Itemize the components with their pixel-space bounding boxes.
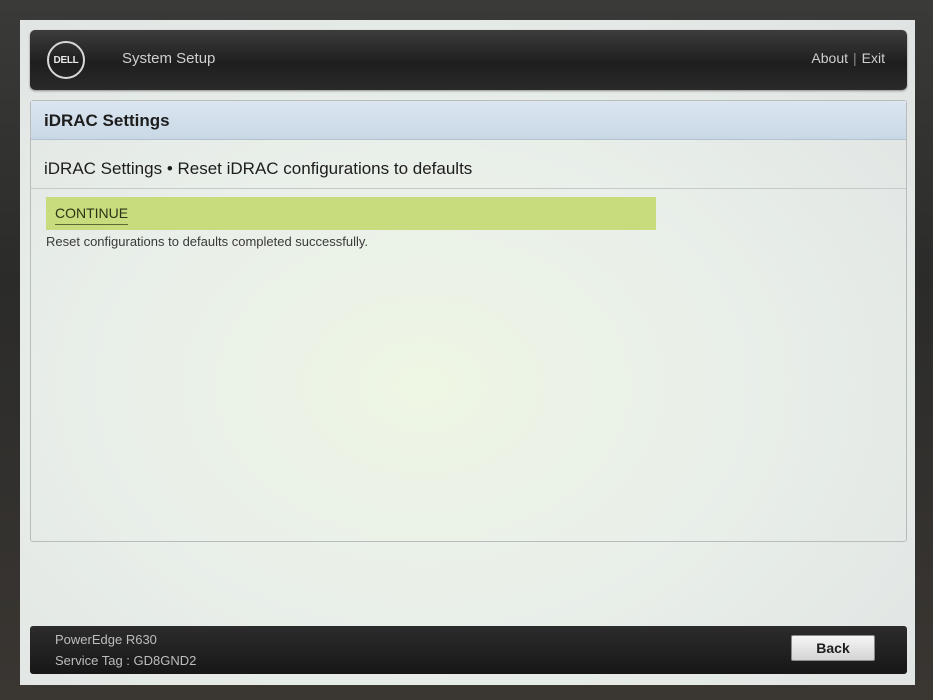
back-button[interactable]: Back	[791, 635, 875, 661]
panel-header: iDRAC Settings	[31, 101, 906, 140]
exit-link[interactable]: Exit	[862, 50, 885, 66]
screen: DELL System Setup About | Exit iDRAC Setti…	[20, 20, 915, 685]
continue-row[interactable]: CONTINUE	[46, 197, 656, 230]
app-title: System Setup	[122, 50, 216, 67]
service-tag: Service Tag : GD8GND2	[55, 653, 197, 668]
panel-title: iDRAC Settings	[44, 111, 170, 130]
dell-logo: DELL	[47, 41, 85, 79]
status-message: Reset configurations to defaults complet…	[46, 234, 369, 249]
model-name: PowerEdge R630	[55, 632, 157, 647]
monitor-bezel: DELL System Setup About | Exit iDRAC Setti…	[0, 0, 933, 700]
top-links: About | Exit	[811, 50, 885, 66]
settings-panel: iDRAC Settings iDRAC Settings • Reset iD…	[30, 100, 907, 542]
top-bar: DELL System Setup About | Exit	[30, 30, 907, 90]
continue-link[interactable]: CONTINUE	[55, 205, 129, 225]
bottom-bar: PowerEdge R630 Service Tag : GD8GND2 Bac…	[30, 626, 907, 674]
breadcrumb: iDRAC Settings • Reset iDRAC configurati…	[44, 159, 473, 178]
about-link[interactable]: About	[811, 50, 848, 66]
divider	[31, 188, 906, 189]
link-separator: |	[853, 50, 857, 66]
